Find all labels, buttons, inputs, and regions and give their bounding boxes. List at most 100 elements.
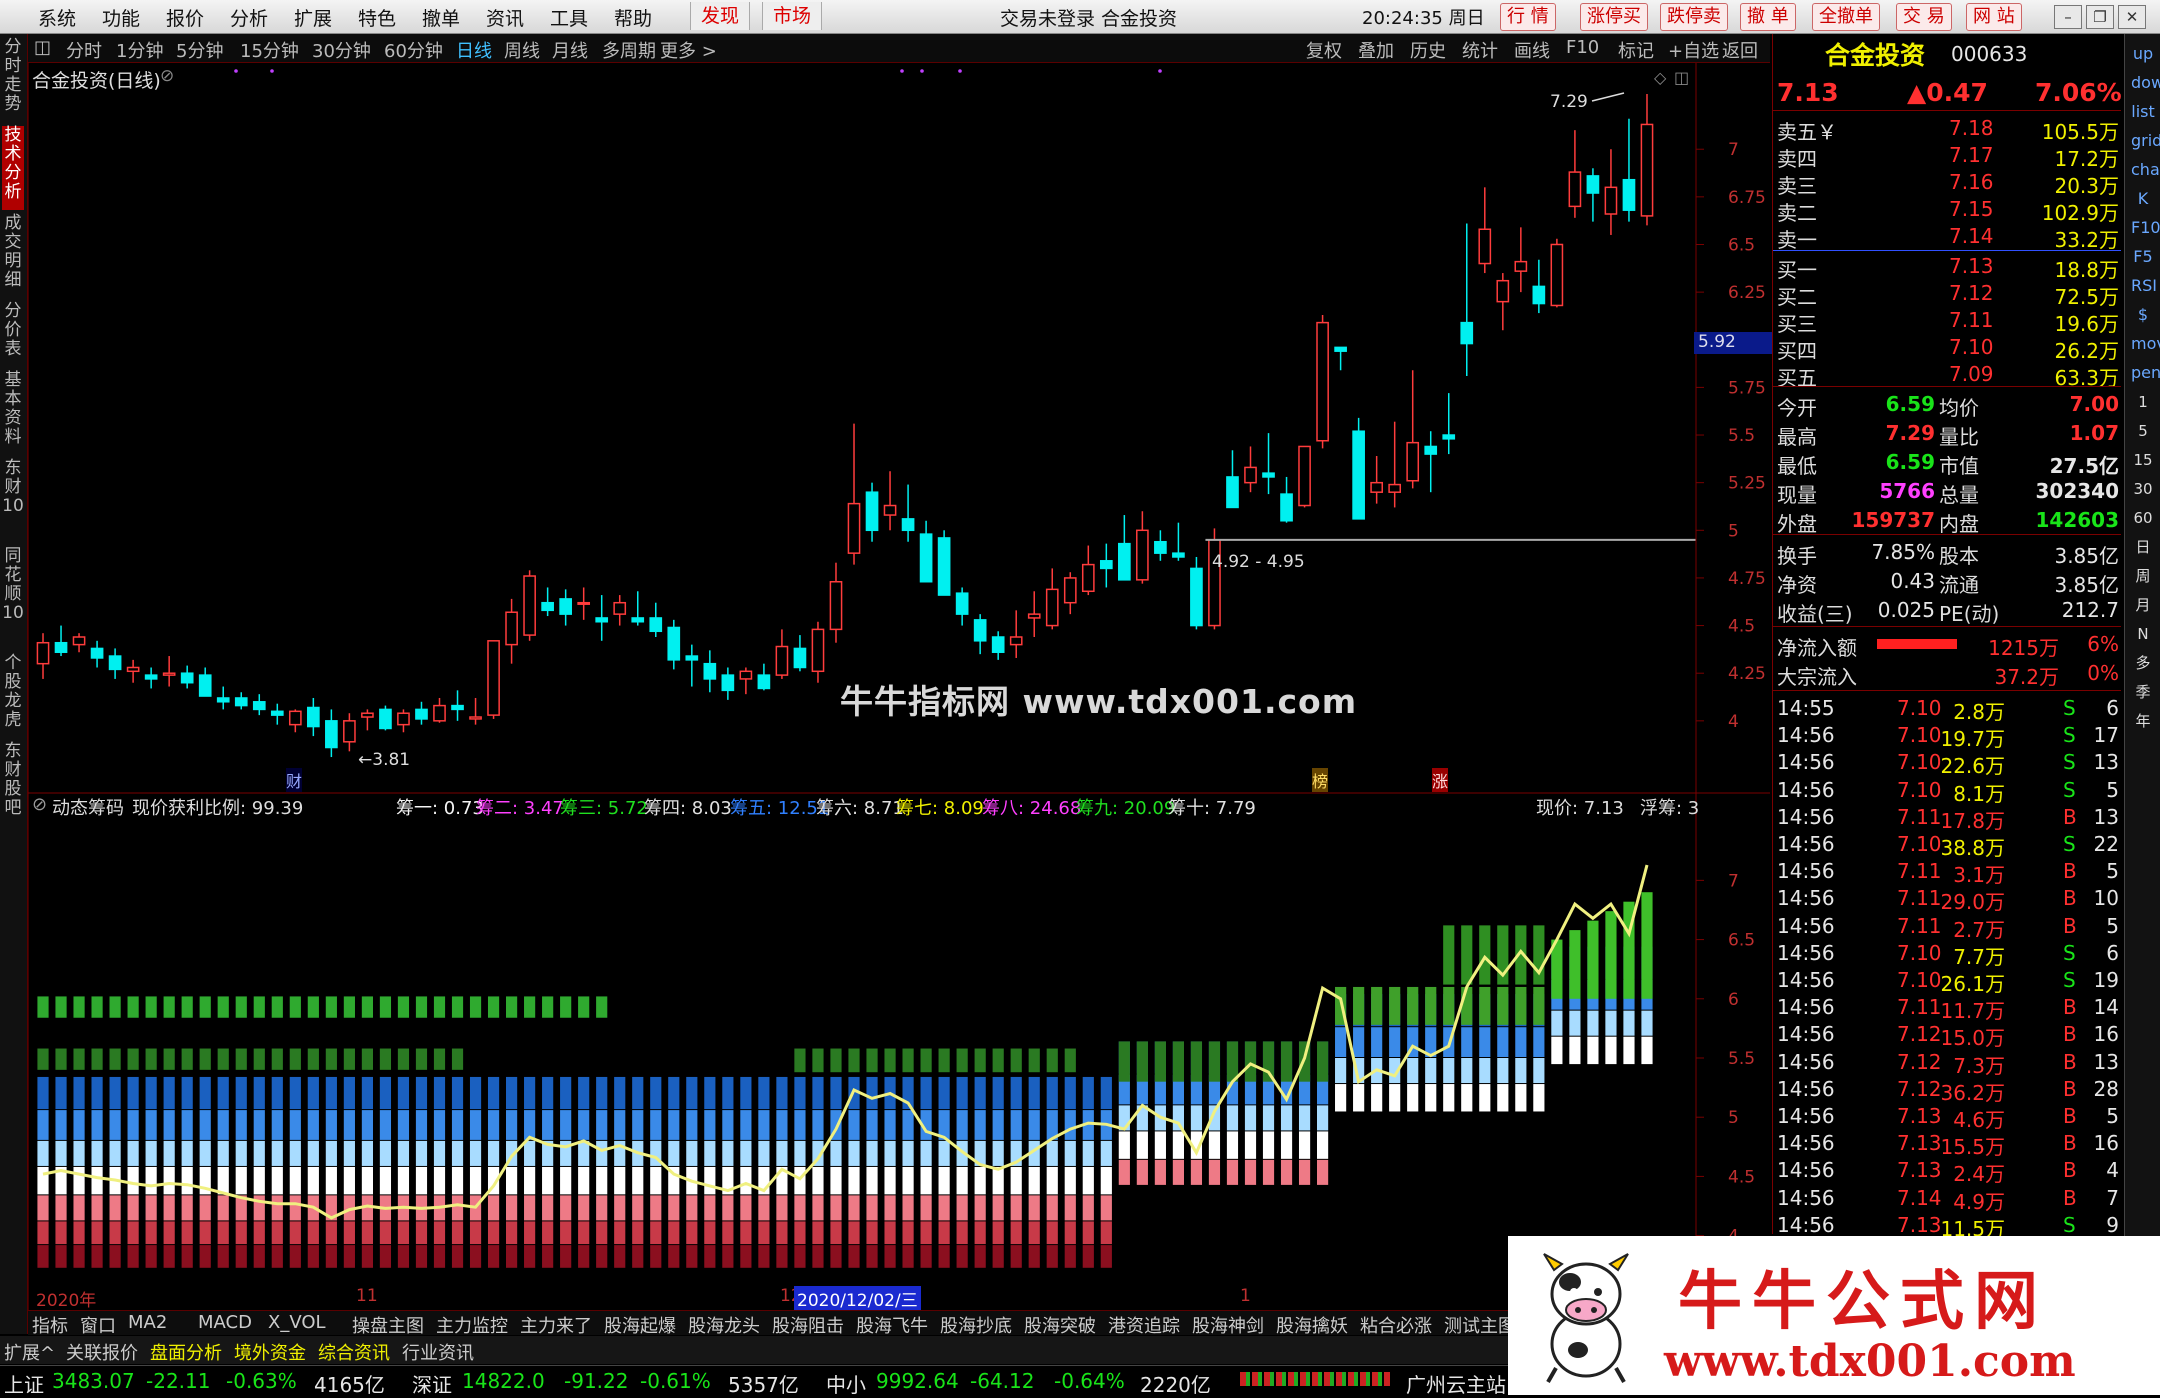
menu-item[interactable]: 特色 xyxy=(358,4,396,31)
left-tab[interactable]: 技术分析 xyxy=(2,126,24,210)
marker-limitup[interactable]: 涨 xyxy=(1432,768,1449,792)
trade-button[interactable]: 撤 单 xyxy=(1740,3,1796,31)
indicator-tab[interactable]: 主力监控 xyxy=(436,1312,508,1338)
tool-16-icon[interactable]: 60 xyxy=(2131,506,2155,530)
bid-row[interactable]: 买二 7.12 72.5万 xyxy=(1773,281,2121,309)
menu-item[interactable]: 功能 xyxy=(102,4,140,31)
indicator-tab[interactable]: 股海阻击 xyxy=(772,1312,844,1338)
trade-button[interactable]: 网 站 xyxy=(1966,3,2022,31)
left-tab[interactable]: 分时走势 xyxy=(2,38,24,122)
left-tab[interactable]: 分价表 xyxy=(2,302,24,367)
bottom-tab[interactable]: 综合资讯 xyxy=(318,1339,390,1365)
tool-2-icon[interactable]: list xyxy=(2131,100,2155,124)
chart-settings-icon[interactable]: ⊘ xyxy=(160,66,174,86)
indicator-tab[interactable]: 股海抄底 xyxy=(940,1312,1012,1338)
trade-button[interactable]: 交 易 xyxy=(1896,3,1952,31)
period-tab[interactable]: 月线 xyxy=(552,37,588,63)
tool-15-icon[interactable]: 30 xyxy=(2131,477,2155,501)
tool-23-icon[interactable]: 年 xyxy=(2131,709,2155,733)
index-sz-name[interactable]: 深证 xyxy=(412,1369,452,1398)
minimize-icon[interactable]: – xyxy=(2054,5,2082,29)
indicator-tab[interactable]: MACD xyxy=(198,1312,252,1333)
indicator-tab[interactable]: 窗口 xyxy=(80,1312,116,1338)
toolbar-action[interactable]: +自选 xyxy=(1668,37,1719,63)
ask-row[interactable]: 卖三 7.16 20.3万 xyxy=(1773,170,2121,198)
trade-button[interactable]: 行 情 xyxy=(1500,3,1556,31)
toolbar-action[interactable]: 统计 xyxy=(1462,37,1498,63)
menu-item[interactable]: 扩展 xyxy=(294,4,332,31)
tool-18-icon[interactable]: 周 xyxy=(2131,564,2155,588)
indicator-tab[interactable]: 股海擒妖 xyxy=(1276,1312,1348,1338)
left-tab[interactable]: 东财股吧 xyxy=(2,742,24,826)
tool-9-icon[interactable]: $ xyxy=(2131,303,2155,327)
indicator-tab[interactable]: 股海突破 xyxy=(1024,1312,1096,1338)
tool-14-icon[interactable]: 15 xyxy=(2131,448,2155,472)
close-icon[interactable]: ✕ xyxy=(2118,5,2146,29)
period-tab[interactable]: 5分钟 xyxy=(176,37,223,63)
tool-4-icon[interactable]: chart xyxy=(2131,158,2160,182)
indicator-tab[interactable]: 粘合必涨 xyxy=(1360,1312,1432,1338)
menu-item[interactable]: 报价 xyxy=(166,4,204,31)
period-tab[interactable]: 60分钟 xyxy=(384,37,443,63)
toolbar-action[interactable]: 复权 xyxy=(1306,37,1342,63)
tool-7-icon[interactable]: F5 xyxy=(2131,245,2155,269)
period-tab[interactable]: 分时 xyxy=(66,37,102,63)
ad-banner[interactable]: 牛牛公式网 www.tdx001.com xyxy=(1508,1236,2160,1395)
indicator-tab[interactable]: 测试主图 xyxy=(1444,1312,1516,1338)
marker-list[interactable]: 榜 xyxy=(1312,768,1329,792)
bottom-tab[interactable]: 关联报价 xyxy=(66,1339,138,1365)
hot-tab-market[interactable]: 市场 xyxy=(762,2,823,30)
period-tab[interactable]: 周线 xyxy=(504,37,540,63)
toolbar-action[interactable]: 叠加 xyxy=(1358,37,1394,63)
bottom-tab[interactable]: 境外资金 xyxy=(234,1339,306,1365)
tool-20-icon[interactable]: N xyxy=(2131,622,2155,646)
tool-6-icon[interactable]: F10 xyxy=(2131,216,2160,240)
trade-button[interactable]: 全撤单 xyxy=(1812,3,1880,31)
period-tab[interactable]: 30分钟 xyxy=(312,37,371,63)
tool-22-icon[interactable]: 季 xyxy=(2131,680,2155,704)
bottom-tab[interactable]: 行业资讯 xyxy=(402,1339,474,1365)
tool-21-icon[interactable]: 多 xyxy=(2131,651,2155,675)
menu-item[interactable]: 系统 xyxy=(38,4,76,31)
ask-row[interactable]: 卖四 7.17 17.2万 xyxy=(1773,143,2121,171)
menu-item[interactable]: 资讯 xyxy=(486,4,524,31)
tool-11-icon[interactable]: pen xyxy=(2131,361,2160,385)
ask-row[interactable]: 卖二 7.15 102.9万 xyxy=(1773,197,2121,225)
tool-3-icon[interactable]: grid xyxy=(2131,129,2160,153)
indicator-tab[interactable]: 股海起爆 xyxy=(604,1312,676,1338)
toolbar-action[interactable]: 标记 xyxy=(1618,37,1654,63)
indicator-tab[interactable]: 操盘主图 xyxy=(352,1312,424,1338)
window-toggle-icon[interactable]: ◫ xyxy=(1674,68,1689,87)
bid-row[interactable]: 买五 7.09 63.3万 xyxy=(1773,362,2121,390)
period-tab[interactable]: 多周期 xyxy=(602,37,656,63)
trade-button[interactable]: 跌停卖 xyxy=(1660,3,1728,31)
tool-13-icon[interactable]: 5 xyxy=(2131,419,2155,443)
left-tab[interactable]: 同花顺10 xyxy=(2,547,24,650)
period-tab[interactable]: 15分钟 xyxy=(240,37,299,63)
indicator-tab[interactable]: MA2 xyxy=(128,1312,167,1333)
left-tab[interactable]: 个股龙虎 xyxy=(2,654,24,738)
restore-icon[interactable]: ❐ xyxy=(2086,5,2114,29)
menu-item[interactable]: 分析 xyxy=(230,4,268,31)
tool-17-icon[interactable]: 日 xyxy=(2131,535,2155,559)
bottom-tab[interactable]: 盘面分析 xyxy=(150,1339,222,1365)
tool-0-icon[interactable]: up xyxy=(2131,42,2155,66)
tool-8-icon[interactable]: RSI xyxy=(2131,274,2157,298)
indicator-tab[interactable]: X_VOL xyxy=(268,1312,326,1333)
marker-finance[interactable]: 财 xyxy=(286,768,303,792)
left-tab[interactable]: 成交明细 xyxy=(2,214,24,298)
toolbar-action[interactable]: 画线 xyxy=(1514,37,1550,63)
ask-row[interactable]: 卖五￥ 7.18 105.5万 xyxy=(1773,116,2121,144)
tool-12-icon[interactable]: 1 xyxy=(2131,390,2155,414)
toolbar-action[interactable]: F10 xyxy=(1566,37,1599,58)
bottom-tab[interactable]: 扩展^ xyxy=(4,1339,55,1365)
menu-item[interactable]: 撤单 xyxy=(422,4,460,31)
indicator-tab[interactable]: 主力来了 xyxy=(520,1312,592,1338)
ask-row[interactable]: 卖一 7.14 33.2万 xyxy=(1773,224,2121,252)
server-name[interactable]: 广州云主站 xyxy=(1406,1369,1506,1398)
menu-item[interactable]: 工具 xyxy=(550,4,588,31)
bid-row[interactable]: 买一 7.13 18.8万 xyxy=(1773,254,2121,282)
tool-1-icon[interactable]: down xyxy=(2131,71,2160,95)
tool-19-icon[interactable]: 月 xyxy=(2131,593,2155,617)
left-tab[interactable]: 基本资料 xyxy=(2,371,24,455)
